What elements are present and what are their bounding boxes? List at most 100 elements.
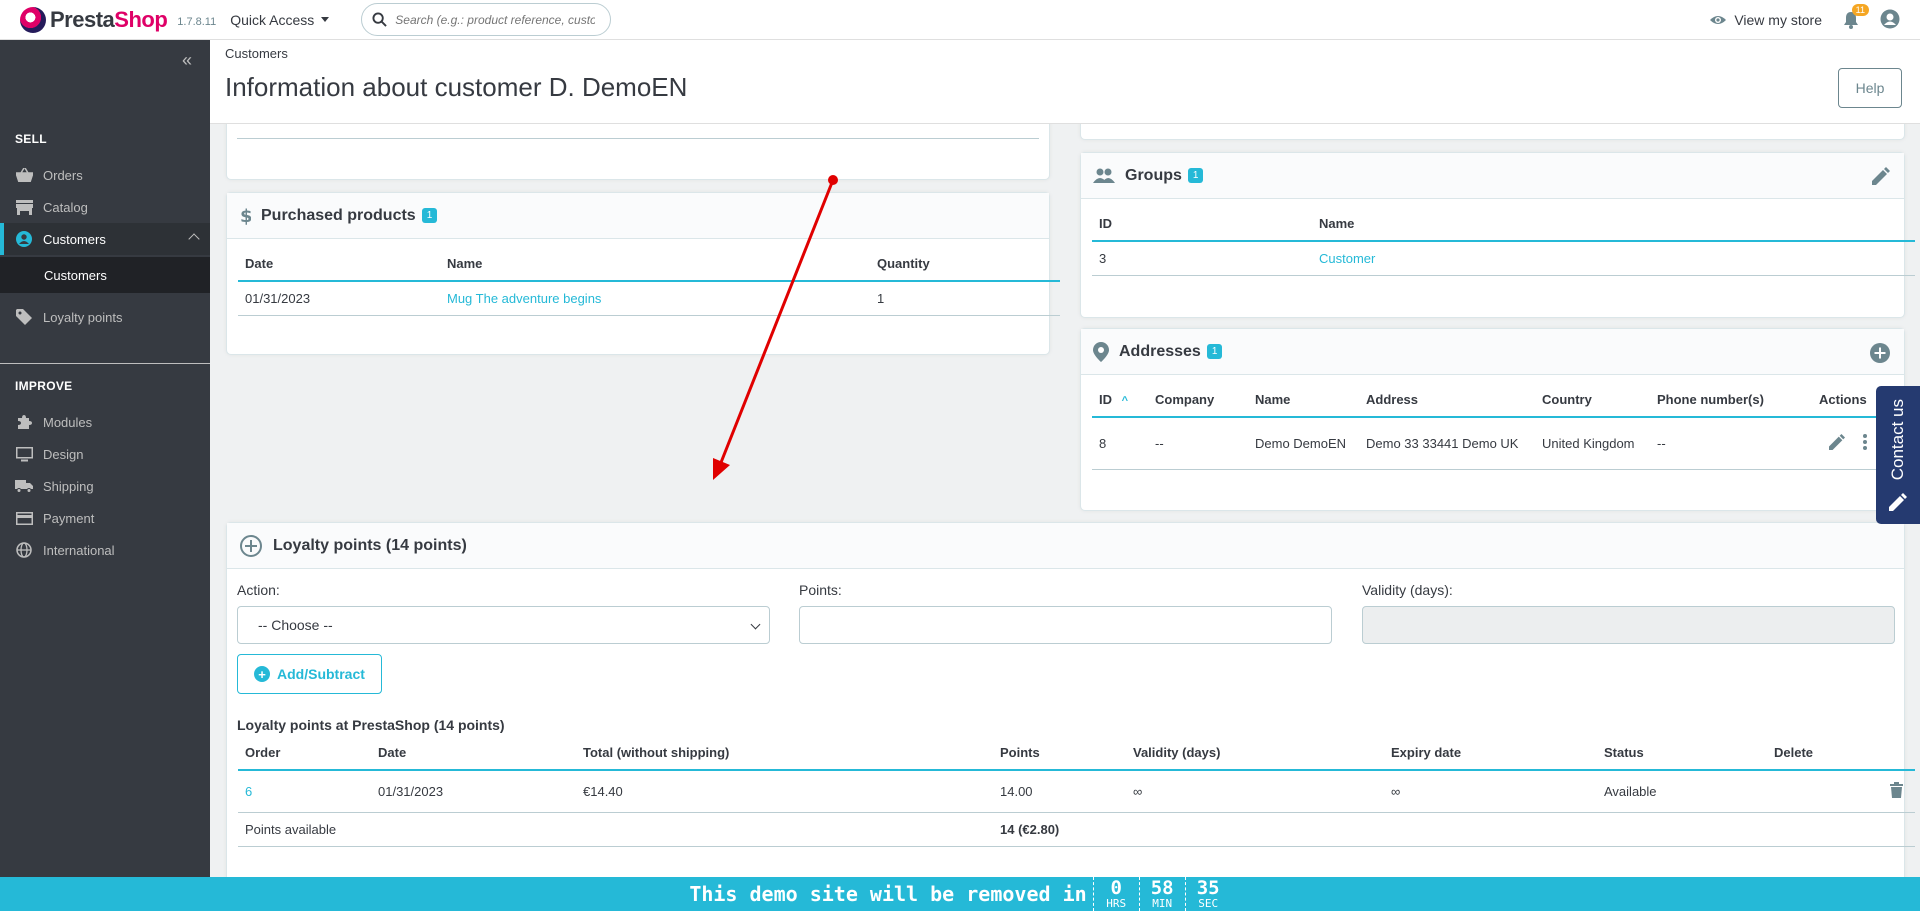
edit-groups-button[interactable] [1872, 167, 1890, 188]
basket-icon [15, 167, 33, 183]
points-available-value: 14 (€2.80) [993, 812, 1915, 847]
quick-access-dropdown[interactable]: Quick Access [230, 11, 330, 28]
column-header: Expiry date [1384, 736, 1597, 771]
column-header: Total (without shipping) [576, 736, 993, 771]
search-input[interactable] [395, 12, 596, 27]
timer-hours-unit: HRS [1106, 897, 1127, 910]
cell-company: -- [1148, 417, 1248, 470]
notifications-button[interactable]: 11 [1840, 4, 1869, 31]
column-header: Name [440, 247, 870, 282]
groups-header: Groups 1 [1081, 153, 1904, 199]
svg-text:$: $ [240, 206, 251, 226]
sidebar-item-label: Design [43, 446, 84, 462]
sidebar-item-label: Loyalty points [43, 309, 123, 325]
edit-address-button[interactable] [1829, 433, 1845, 453]
order-link[interactable]: 6 [245, 784, 252, 799]
add-address-button[interactable] [1870, 343, 1890, 366]
cell-delete [1767, 770, 1915, 813]
column-header: Company [1148, 383, 1248, 418]
section-improve: IMPROVE [15, 379, 73, 393]
addresses-title: Addresses [1119, 342, 1201, 360]
column-header: ID [1092, 207, 1312, 242]
cell-validity: ∞ [1126, 770, 1384, 813]
product-link[interactable]: Mug The adventure begins [447, 291, 601, 306]
loyalty-points-title: Loyalty points (14 points) [273, 536, 467, 554]
cell-date: 01/31/2023 [238, 281, 440, 316]
breadcrumb-customers[interactable]: Customers [225, 46, 288, 61]
sidebar-item-label: Modules [43, 414, 93, 430]
purchased-products-table: Date Name Quantity 01/31/2023 Mug The ad… [238, 247, 1060, 316]
sidebar-item-design[interactable]: Design [0, 438, 210, 470]
sidebar-item-loyalty-points[interactable]: Loyalty points [0, 301, 210, 333]
search-box[interactable] [361, 3, 612, 36]
sidebar-item-orders[interactable]: Orders [0, 159, 210, 191]
add-subtract-label: Add/Subtract [277, 666, 365, 682]
cell-phone: -- [1650, 417, 1812, 470]
section-sell: SELL [15, 132, 47, 146]
column-header: Phone number(s) [1650, 383, 1812, 418]
sidebar-item-label: Orders [43, 167, 83, 183]
cell-date: 01/31/2023 [371, 770, 576, 813]
pencil-icon [1829, 433, 1845, 450]
caret-down-icon [321, 17, 330, 22]
column-header: Name [1312, 207, 1915, 242]
validity-input[interactable] [1362, 606, 1895, 644]
people-icon [1093, 168, 1115, 183]
column-header: Validity (days) [1126, 736, 1384, 771]
sidebar-item-label: International [43, 542, 115, 558]
table-row: 6 01/31/2023 €14.40 14.00 ∞ ∞ Available [238, 770, 1915, 813]
demo-notice-text: This demo site will be removed in [689, 882, 1087, 906]
page-header: Customers Information about customer D. … [210, 40, 1920, 124]
addresses-table: ID ^ Company Name Address Country Phone … [1092, 383, 1915, 470]
sidebar-subitem-customers[interactable]: Customers [0, 257, 210, 293]
table-row: 8 -- Demo DemoEN Demo 33 33441 Demo UK U… [1092, 417, 1915, 470]
tag-icon [15, 309, 33, 325]
notifications-badge: 11 [1851, 4, 1869, 16]
group-link[interactable]: Customer [1319, 251, 1375, 266]
logo-text: PrestaShop [50, 6, 168, 32]
more-actions-button[interactable] [1862, 433, 1867, 453]
sidebar-item-payment[interactable]: Payment [0, 502, 210, 534]
help-button[interactable]: Help [1838, 68, 1902, 108]
collapse-sidebar-icon[interactable]: « [182, 50, 192, 71]
cell-id: 3 [1092, 241, 1312, 276]
column-header: Delete [1767, 736, 1915, 771]
groups-card: Groups 1 ID Name 3 Customer [1080, 152, 1915, 318]
column-header: Order [238, 736, 371, 771]
chevron-down-icon [750, 619, 761, 630]
sidebar-item-catalog[interactable]: Catalog [0, 191, 210, 223]
column-header: Date [371, 736, 576, 771]
timer-minutes: 58 MIN [1138, 877, 1185, 911]
cell-order: 6 [238, 770, 371, 813]
quick-access-label: Quick Access [230, 11, 315, 28]
sidebar-item-international[interactable]: International [0, 534, 210, 566]
column-header-id[interactable]: ID ^ [1092, 383, 1148, 418]
cell-total: €14.40 [576, 770, 993, 813]
sidebar-item-label: Payment [43, 510, 95, 526]
add-subtract-button[interactable]: + Add/Subtract [237, 654, 382, 694]
prestashop-logo[interactable]: PrestaShop [20, 6, 168, 33]
action-select[interactable]: -- Choose -- [237, 606, 770, 644]
pencil-icon [1889, 492, 1907, 511]
version-label: 1.7.8.11 [177, 15, 217, 28]
sidebar-item-modules[interactable]: Modules [0, 406, 210, 438]
add-circle-icon [1870, 343, 1890, 363]
groups-title: Groups [1125, 166, 1182, 184]
timer-minutes-value: 58 [1150, 877, 1174, 899]
countdown-timer: 0 HRS 58 MIN 35 SEC [1092, 877, 1231, 911]
trash-icon [1890, 781, 1903, 798]
store-icon [15, 199, 33, 215]
timer-seconds-unit: SEC [1198, 897, 1219, 910]
monitor-icon [15, 446, 33, 462]
sidebar-item-customers[interactable]: Customers [0, 223, 210, 255]
sidebar-item-shipping[interactable]: Shipping [0, 470, 210, 502]
points-input[interactable] [799, 606, 1332, 644]
table-row: 01/31/2023 Mug The adventure begins 1 [238, 281, 1060, 316]
account-button[interactable] [1880, 9, 1900, 32]
view-my-store-link[interactable]: View my store [1709, 12, 1822, 28]
timer-hours-value: 0 [1110, 877, 1122, 899]
contact-us-tab[interactable]: Contact us [1876, 386, 1920, 524]
table-footer-row: Points available 14 (€2.80) [238, 812, 1915, 847]
delete-button[interactable] [1890, 781, 1903, 801]
cell-points: 14.00 [993, 770, 1126, 813]
